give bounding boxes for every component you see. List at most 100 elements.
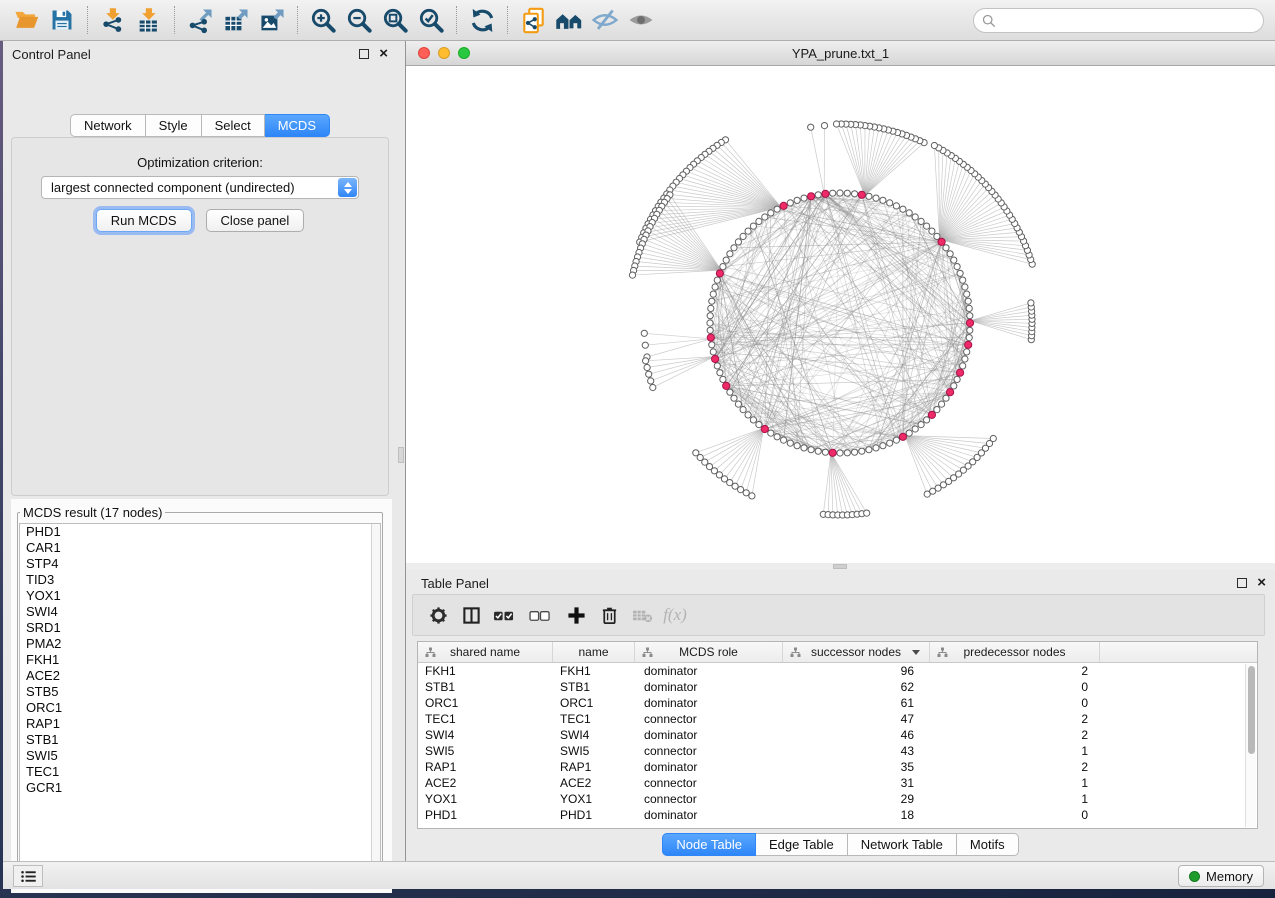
ring-node[interactable] <box>947 251 953 257</box>
ring-node[interactable] <box>954 376 960 382</box>
ring-node[interactable] <box>837 450 843 456</box>
ring-node[interactable] <box>866 447 872 453</box>
mcds-result-item[interactable]: FKH1 <box>20 652 380 668</box>
mcds-hub-node[interactable] <box>957 369 964 376</box>
ring-node[interactable] <box>964 291 970 297</box>
tab-network[interactable]: Network <box>70 114 146 137</box>
ring-node[interactable] <box>939 401 945 407</box>
mcds-hub-node[interactable] <box>899 433 906 440</box>
cell-successor-nodes[interactable]: 35 <box>783 759 930 775</box>
cell-shared-name[interactable]: SWI5 <box>418 743 553 759</box>
splitter-grip[interactable] <box>398 447 404 463</box>
ring-node[interactable] <box>844 450 850 456</box>
mcds-hub-node[interactable] <box>829 449 836 456</box>
cell-mcds-role[interactable]: dominator <box>635 727 783 743</box>
ring-node[interactable] <box>723 257 729 263</box>
run-mcds-button[interactable]: Run MCDS <box>96 209 192 232</box>
mcds-result-item[interactable]: SRD1 <box>20 620 380 636</box>
ring-node[interactable] <box>740 233 746 239</box>
cell-name[interactable]: YOX1 <box>553 791 635 807</box>
zoom-selected-icon[interactable] <box>413 4 449 36</box>
select-all-rows-icon[interactable] <box>492 603 516 627</box>
leaf-node[interactable] <box>629 272 635 278</box>
ring-node[interactable] <box>893 203 899 209</box>
cell-mcds-role[interactable]: connector <box>635 743 783 759</box>
leaf-node[interactable] <box>931 142 937 148</box>
mcds-result-item[interactable]: PMA2 <box>20 636 380 652</box>
float-window-icon[interactable] <box>359 49 369 59</box>
close-panel-icon[interactable]: × <box>379 49 388 59</box>
column-header-name[interactable]: name <box>553 642 635 662</box>
mcds-hub-node[interactable] <box>780 202 787 209</box>
cell-shared-name[interactable]: SWI4 <box>418 727 553 743</box>
cell-successor-nodes[interactable]: 96 <box>783 663 930 679</box>
ring-node[interactable] <box>906 210 912 216</box>
cell-shared-name[interactable]: ACE2 <box>418 775 553 791</box>
mcds-hub-node[interactable] <box>723 382 730 389</box>
cell-mcds-role[interactable]: connector <box>635 711 783 727</box>
mcds-result-item[interactable]: STP4 <box>20 556 380 572</box>
cell-shared-name[interactable]: YOX1 <box>418 791 553 807</box>
cell-name[interactable]: SWI4 <box>553 727 635 743</box>
mcds-hub-node[interactable] <box>707 334 714 341</box>
cell-successor-nodes[interactable]: 46 <box>783 727 930 743</box>
cell-predecessor-nodes[interactable]: 2 <box>930 663 1100 679</box>
deselect-all-rows-icon[interactable] <box>525 603 555 627</box>
ring-node[interactable] <box>801 195 807 201</box>
ring-node[interactable] <box>844 190 850 196</box>
search-input[interactable] <box>1001 13 1263 28</box>
ring-node[interactable] <box>912 214 918 220</box>
table-row[interactable]: ORC1ORC1dominator610 <box>418 695 1257 711</box>
cell-successor-nodes[interactable]: 47 <box>783 711 930 727</box>
tab-style[interactable]: Style <box>146 114 202 137</box>
ring-node[interactable] <box>962 284 968 290</box>
open-file-icon[interactable] <box>8 4 44 36</box>
table-row[interactable]: ACE2ACE2connector311 <box>418 775 1257 791</box>
tab-select[interactable]: Select <box>202 114 265 137</box>
column-header-successor-nodes[interactable]: successor nodes <box>783 642 930 662</box>
ring-node[interactable] <box>745 412 751 418</box>
export-image-icon[interactable] <box>254 4 290 36</box>
leaf-node[interactable] <box>808 124 814 130</box>
mcds-result-item[interactable]: TEC1 <box>20 764 380 780</box>
mcds-hub-node[interactable] <box>822 190 829 197</box>
import-network-icon[interactable] <box>95 4 131 36</box>
cell-mcds-role[interactable]: dominator <box>635 759 783 775</box>
mcds-hub-node[interactable] <box>761 425 768 432</box>
cell-name[interactable]: RAP1 <box>553 759 635 775</box>
table-row[interactable]: SWI4SWI4dominator462 <box>418 727 1257 743</box>
cell-shared-name[interactable]: PHD1 <box>418 807 553 823</box>
mcds-result-item[interactable]: STB5 <box>20 684 380 700</box>
cell-shared-name[interactable]: ORC1 <box>418 695 553 711</box>
export-table-icon[interactable] <box>218 4 254 36</box>
table-scrollbar[interactable] <box>1245 664 1256 827</box>
mcds-result-item[interactable]: SWI5 <box>20 748 380 764</box>
ring-node[interactable] <box>852 191 858 197</box>
cell-mcds-role[interactable]: dominator <box>635 663 783 679</box>
cell-name[interactable]: PHD1 <box>553 807 635 823</box>
cell-successor-nodes[interactable]: 61 <box>783 695 930 711</box>
mcds-hub-node[interactable] <box>947 389 954 396</box>
ring-node[interactable] <box>880 443 886 449</box>
ring-node[interactable] <box>967 313 973 319</box>
splitter-grip[interactable] <box>833 564 847 569</box>
cell-successor-nodes[interactable]: 62 <box>783 679 930 695</box>
leaf-node[interactable] <box>650 384 656 390</box>
apply-layout-icon[interactable] <box>464 4 500 36</box>
ring-node[interactable] <box>787 200 793 206</box>
ring-node[interactable] <box>787 440 793 446</box>
ring-node[interactable] <box>964 349 970 355</box>
mcds-hub-node[interactable] <box>808 193 815 200</box>
show-panels-button[interactable] <box>13 865 43 887</box>
ring-node[interactable] <box>714 363 720 369</box>
ring-node[interactable] <box>873 195 879 201</box>
column-header-predecessor-nodes[interactable]: predecessor nodes <box>930 642 1100 662</box>
ring-node[interactable] <box>918 218 924 224</box>
ring-node[interactable] <box>924 417 930 423</box>
ring-node[interactable] <box>740 407 746 413</box>
ring-node[interactable] <box>962 356 968 362</box>
cell-name[interactable]: TEC1 <box>553 711 635 727</box>
cell-name[interactable]: SWI5 <box>553 743 635 759</box>
cell-successor-nodes[interactable]: 29 <box>783 791 930 807</box>
ring-node[interactable] <box>794 443 800 449</box>
